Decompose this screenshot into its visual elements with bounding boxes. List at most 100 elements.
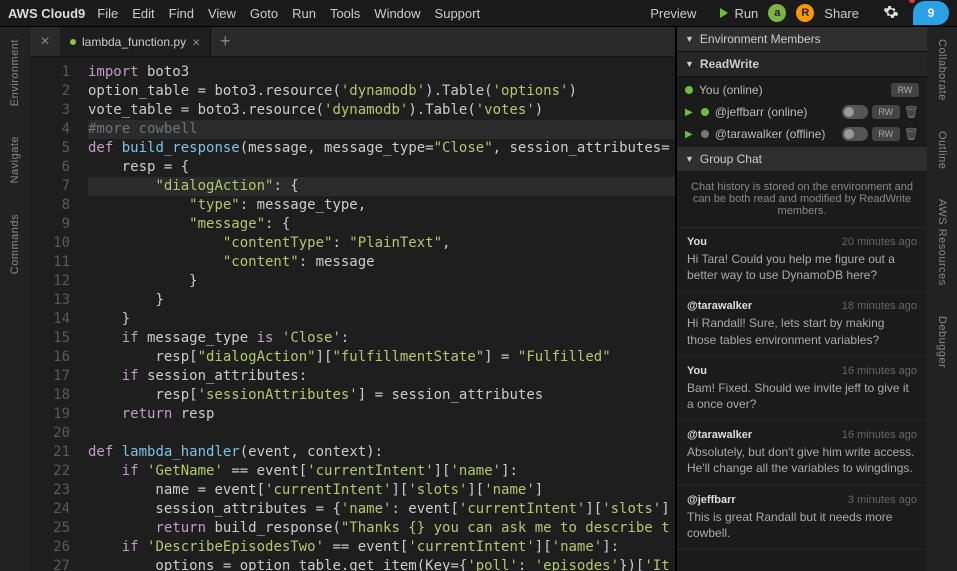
code-line[interactable] — [88, 424, 675, 443]
chat-message: @jeffbarr3 minutes agoThis is great Rand… — [677, 486, 927, 550]
menu-file[interactable]: File — [97, 6, 118, 21]
avatar-a-icon[interactable]: a — [768, 4, 786, 22]
code-line[interactable]: "content": message — [88, 253, 675, 272]
msg-author: You — [687, 365, 707, 377]
chevron-down-icon: ▼ — [685, 59, 694, 69]
play-icon — [720, 8, 728, 18]
code-line[interactable]: if session_attributes: — [88, 367, 675, 386]
arrow-right-icon: ▶ — [685, 129, 693, 140]
code-line[interactable]: options = option_table.get_item(Key={'po… — [88, 557, 675, 571]
code-line[interactable]: resp["dialogAction"]["fulfillmentState"]… — [88, 348, 675, 367]
code-line[interactable]: return build_response("Thanks {} you can… — [88, 519, 675, 538]
code-line[interactable]: resp = { — [88, 158, 675, 177]
editor-area: × lambda_function.py × + 123456789101112… — [30, 27, 676, 571]
code-line[interactable]: "contentType": "PlainText", — [88, 234, 675, 253]
chevron-down-icon: ▼ — [685, 34, 694, 44]
code-line[interactable]: "dialogAction": { — [88, 177, 675, 196]
rail-environment[interactable]: Environment — [9, 39, 21, 106]
run-button[interactable]: Run — [720, 6, 758, 21]
code-editor[interactable]: 1234567891011121314151617181920212223242… — [30, 57, 675, 571]
msg-text: Hi Randall! Sure, lets start by making t… — [687, 315, 917, 347]
presence-dot-icon — [701, 130, 709, 138]
menu-window[interactable]: Window — [374, 6, 420, 21]
tabbar: × lambda_function.py × + — [30, 27, 675, 57]
msg-time: 16 minutes ago — [842, 429, 917, 441]
menu-support[interactable]: Support — [435, 6, 481, 21]
member-row[interactable]: ▶@tarawalker (offline)RW🗑 — [677, 123, 927, 145]
code-line[interactable]: #more cowbell — [88, 120, 675, 139]
code-line[interactable]: def lambda_handler(event, context): — [88, 443, 675, 462]
rail-navigate[interactable]: Navigate — [9, 136, 21, 183]
cloud9-badge-icon[interactable]: 9 — [913, 1, 949, 25]
member-row[interactable]: You (online)RW — [677, 79, 927, 101]
brand: AWS Cloud9 — [8, 6, 85, 21]
trash-icon[interactable]: 🗑 — [904, 105, 919, 119]
menu-edit[interactable]: Edit — [132, 6, 154, 21]
close-tab-icon[interactable]: × — [192, 34, 200, 50]
msg-time: 16 minutes ago — [842, 365, 917, 377]
code-line[interactable]: option_table = boto3.resource('dynamodb'… — [88, 82, 675, 101]
gear-icon[interactable] — [883, 4, 899, 23]
code-line[interactable]: def build_response(message, message_type… — [88, 139, 675, 158]
menu-find[interactable]: Find — [169, 6, 194, 21]
rail-debugger[interactable]: Debugger — [936, 316, 948, 368]
menu-view[interactable]: View — [208, 6, 236, 21]
share-button[interactable]: Share — [824, 6, 859, 21]
menu-tools[interactable]: Tools — [330, 6, 360, 21]
close-welcome-icon[interactable]: × — [30, 27, 60, 56]
file-tab-lambda[interactable]: lambda_function.py × — [60, 27, 211, 56]
code-line[interactable]: "type": message_type, — [88, 196, 675, 215]
code-line[interactable]: } — [88, 272, 675, 291]
chat-message: @tarawalker 16 minutes ago Absolutely, but… — [677, 421, 927, 485]
msg-text: Hi Tara! Could you help me figure out a … — [687, 251, 917, 283]
code-line[interactable]: if 'DescribeEpisodesTwo' == event['curre… — [88, 538, 675, 557]
code-line[interactable]: if message_type is 'Close': — [88, 329, 675, 348]
preview-button[interactable]: Preview — [650, 6, 696, 21]
msg-author: You — [687, 236, 707, 248]
code-line[interactable]: name = event['currentIntent']['slots']['… — [88, 481, 675, 500]
msg-author: @jeffbarr — [687, 494, 736, 506]
code-line[interactable]: return resp — [88, 405, 675, 424]
rw-toggle[interactable] — [842, 127, 868, 141]
msg-time: 3 minutes ago — [848, 494, 917, 506]
msg-author: @tarawalker — [687, 300, 752, 312]
env-members-header[interactable]: ▼ Environment Members — [677, 27, 927, 52]
presence-dot-icon — [685, 86, 693, 94]
code-line[interactable]: import boto3 — [88, 63, 675, 82]
msg-text: Absolutely, but don't give him write acc… — [687, 444, 917, 476]
member-row[interactable]: ▶ @jeffbarr (online) RW 🗑 — [677, 101, 927, 123]
readwrite-header[interactable]: ▼ ReadWrite — [677, 52, 927, 77]
group-chat-header[interactable]: ▼ Group Chat — [677, 147, 927, 171]
msg-time: 20 minutes ago — [842, 236, 917, 248]
code-line[interactable]: resp['sessionAttributes'] = session_attr… — [88, 386, 675, 405]
menubar: AWS Cloud9 File Edit Find View Goto Run … — [0, 0, 957, 27]
rail-outline[interactable]: Outline — [936, 131, 948, 169]
code-line[interactable]: vote_table = boto3.resource('dynamodb').… — [88, 101, 675, 120]
msg-author: @tarawalker — [687, 429, 752, 441]
file-modified-dot-icon — [70, 39, 76, 45]
chevron-down-icon: ▼ — [685, 154, 694, 164]
arrow-right-icon: ▶ — [685, 107, 693, 118]
rail-aws-resources[interactable]: AWS Resources — [936, 199, 948, 286]
run-label: Run — [734, 6, 758, 21]
code-line[interactable]: "message": { — [88, 215, 675, 234]
member-name: @jeffbarr (online) — [715, 105, 808, 119]
msg-text: Bam! Fixed. Should we invite jeff to giv… — [687, 380, 917, 412]
rail-commands[interactable]: Commands — [9, 214, 21, 274]
msg-time: 18 minutes ago — [842, 300, 917, 312]
code-line[interactable]: if 'GetName' == event['currentIntent']['… — [88, 462, 675, 481]
rw-badge: RW — [872, 105, 900, 119]
code-line[interactable]: } — [88, 310, 675, 329]
menu-goto[interactable]: Goto — [250, 6, 278, 21]
avatar-r-icon[interactable]: R — [796, 4, 814, 22]
rw-badge: RW — [872, 127, 900, 141]
file-tab-label: lambda_function.py — [82, 35, 186, 49]
add-tab-button[interactable]: + — [211, 27, 239, 56]
member-name: You (online) — [699, 83, 763, 97]
rw-toggle[interactable] — [842, 105, 868, 119]
code-line[interactable]: session_attributes = {'name': event['cur… — [88, 500, 675, 519]
rail-collaborate[interactable]: Collaborate — [936, 39, 948, 101]
trash-icon[interactable]: 🗑 — [904, 127, 919, 141]
code-line[interactable]: } — [88, 291, 675, 310]
menu-run[interactable]: Run — [292, 6, 316, 21]
